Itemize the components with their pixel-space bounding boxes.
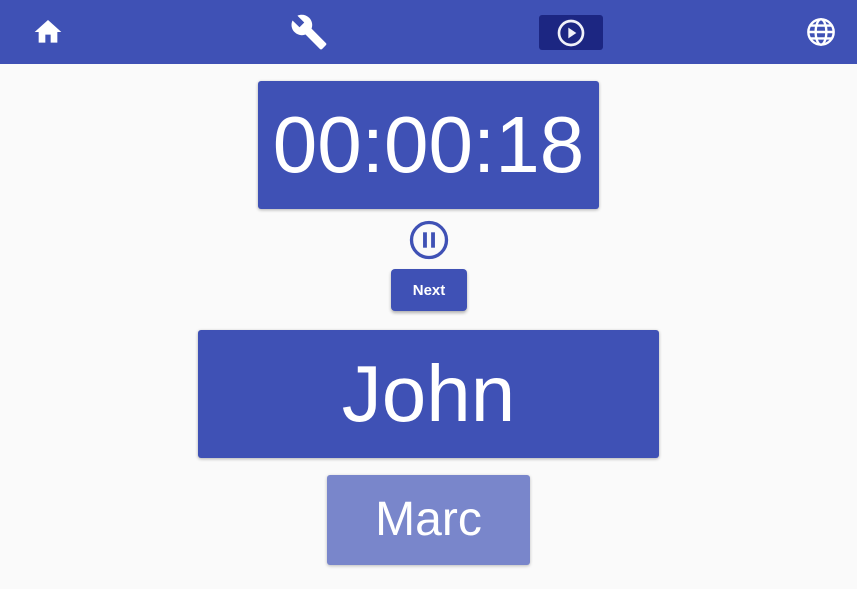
next-speaker-name: Marc: [327, 475, 530, 565]
play-circle-icon: [557, 19, 585, 46]
globe-icon: [807, 18, 835, 46]
app-root: 00:00:18 Next John Marc: [0, 0, 857, 589]
top-toolbar: [0, 0, 857, 64]
next-button[interactable]: Next: [391, 269, 467, 311]
wrench-icon: [291, 14, 327, 50]
pause-circle-icon: [409, 220, 449, 260]
current-speaker-name: John: [198, 330, 659, 458]
language-button[interactable]: [797, 0, 845, 64]
home-button[interactable]: [24, 0, 72, 64]
home-icon: [34, 20, 62, 43]
settings-button[interactable]: [285, 0, 333, 64]
pause-button[interactable]: [407, 218, 451, 262]
presentation-button[interactable]: [539, 15, 603, 50]
elapsed-timer: 00:00:18: [258, 81, 599, 209]
